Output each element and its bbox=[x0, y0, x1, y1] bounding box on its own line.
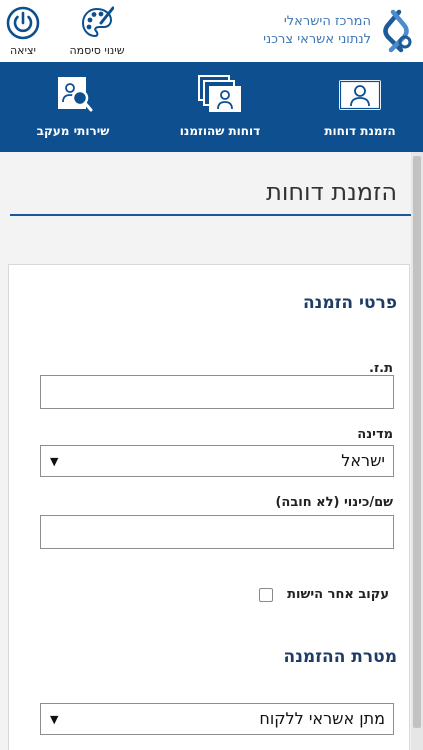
id-card-icon bbox=[339, 80, 381, 110]
main-nav: הזמנת דוחות דוחות שהוזמנו שירותי מעקב bbox=[0, 62, 423, 152]
nav-item-ordered-reports[interactable]: דוחות שהוזמנו bbox=[160, 62, 280, 152]
purpose-selected-value: מתן אשראי ללקוח bbox=[259, 709, 385, 728]
brand-name-line2: לנתוני אשראי צרכני bbox=[263, 32, 371, 47]
scrollbar-thumb[interactable] bbox=[413, 156, 421, 728]
nav-label-tracking-services: שירותי מעקב bbox=[36, 124, 110, 138]
order-details-heading: פרטי הזמנה bbox=[302, 293, 397, 313]
order-purpose-select[interactable]: מתן אשראי ללקוח ▼ bbox=[40, 703, 394, 735]
power-icon bbox=[6, 6, 40, 40]
brand-text: המרכז הישראלי לנתוני אשראי צרכני bbox=[263, 13, 371, 49]
magnifier-person-icon bbox=[58, 77, 93, 112]
order-purpose-heading: מטרת ההזמנה bbox=[283, 647, 397, 667]
stacked-reports-icon bbox=[198, 75, 241, 112]
track-entity-row: עקוב אחר הישות bbox=[259, 587, 389, 602]
nav-item-order-reports[interactable]: הזמנת דוחות bbox=[305, 62, 415, 152]
brand[interactable]: המרכז הישראלי לנתוני אשראי צרכני bbox=[263, 6, 413, 56]
dropdown-arrow-icon: ▼ bbox=[50, 455, 59, 468]
nav-item-tracking-services[interactable]: שירותי מעקב bbox=[18, 62, 128, 152]
brand-name-line1: המרכז הישראלי bbox=[283, 14, 371, 29]
change-password-label: שינוי סיסמה bbox=[69, 44, 125, 57]
nav-label-ordered-reports: דוחות שהוזמנו bbox=[179, 124, 261, 138]
change-password-button[interactable]: שינוי סיסמה bbox=[60, 6, 134, 60]
id-number-input[interactable] bbox=[40, 375, 394, 409]
title-divider bbox=[10, 214, 411, 216]
country-select[interactable]: ישראל ▼ bbox=[40, 445, 394, 477]
logout-label: יציאה bbox=[10, 44, 36, 57]
bdi-logo-icon bbox=[383, 9, 412, 53]
name-alias-label: שם/כינוי (לא חובה) bbox=[275, 495, 393, 510]
order-form-card: פרטי הזמנה ת.ז. מדינה ישראל ▼ שם/כינוי (… bbox=[8, 264, 410, 750]
top-header: המרכז הישראלי לנתוני אשראי צרכני שינוי ס… bbox=[0, 0, 423, 62]
palette-brush-icon bbox=[81, 6, 114, 38]
track-entity-label: עקוב אחר הישות bbox=[287, 587, 389, 602]
country-selected-value: ישראל bbox=[341, 451, 385, 470]
id-number-label: ת.ז. bbox=[369, 361, 393, 376]
nav-label-order-reports: הזמנת דוחות bbox=[324, 124, 396, 138]
country-label: מדינה bbox=[357, 427, 393, 442]
page-title: הזמנת דוחות bbox=[266, 178, 397, 206]
logout-button[interactable]: יציאה bbox=[4, 6, 42, 60]
name-alias-input[interactable] bbox=[40, 515, 394, 549]
track-entity-checkbox[interactable] bbox=[259, 587, 274, 602]
dropdown-arrow-icon: ▼ bbox=[50, 713, 59, 726]
